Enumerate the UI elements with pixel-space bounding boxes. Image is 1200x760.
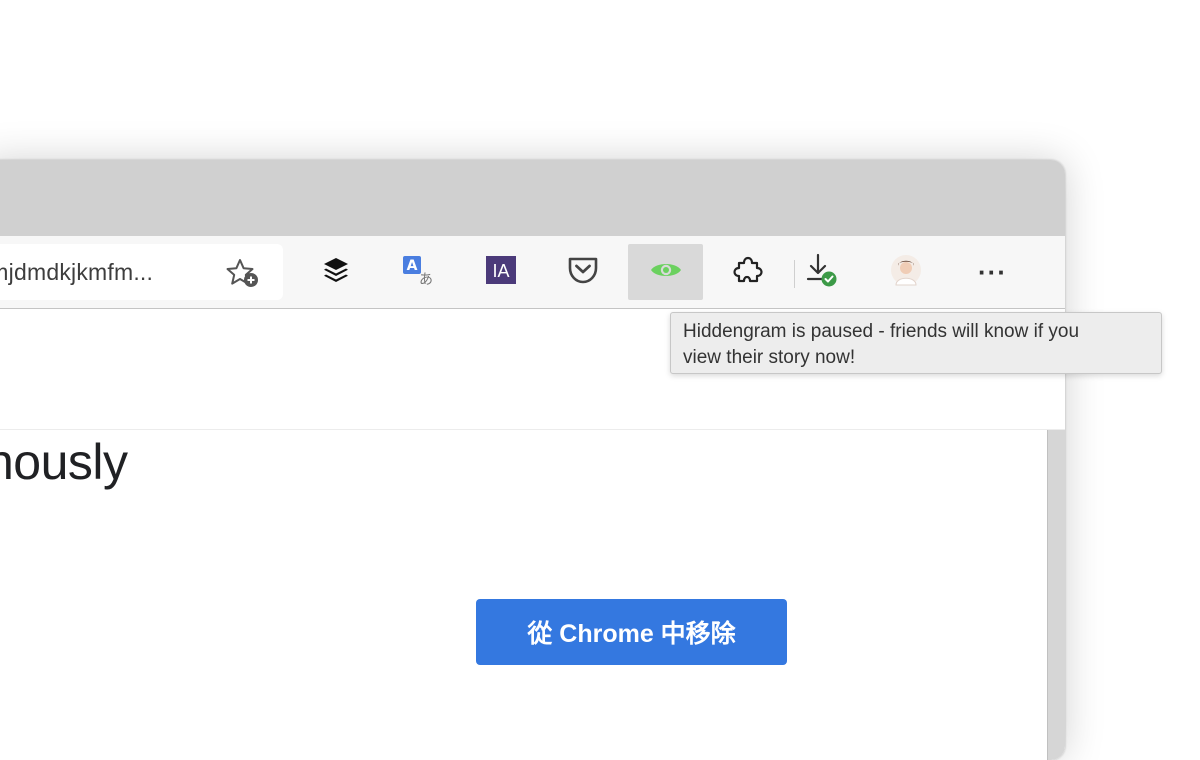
vertical-scrollbar[interactable] <box>1047 430 1065 760</box>
address-bar[interactable]: lmjdmdkjkmfm... <box>0 244 283 300</box>
profile-button[interactable] <box>868 244 943 300</box>
tooltip-line-2: view their story now! <box>683 347 856 368</box>
internet-archive-icon: IA <box>485 255 517 290</box>
remove-from-chrome-button[interactable]: 從 Chrome 中移除 <box>476 599 787 665</box>
internet-archive-label: IA <box>492 261 509 281</box>
translate-extension-button[interactable]: A あ <box>380 244 455 300</box>
stack-layers-icon <box>322 256 350 289</box>
translate-glyph-a: A <box>406 258 417 274</box>
address-url[interactable]: lmjdmdkjkmfm... <box>0 259 153 286</box>
page-content <box>0 430 1065 760</box>
profile-avatar-icon <box>890 254 922 291</box>
tooltip-line-1: Hiddengram is paused - friends will know… <box>683 321 1080 342</box>
page-heading-fragment: nously <box>0 434 128 490</box>
translate-glyph-b: あ <box>419 272 433 286</box>
translate-icon: A あ <box>401 254 435 291</box>
buffer-extension-button[interactable] <box>298 244 373 300</box>
pocket-extension-button[interactable] <box>545 244 620 300</box>
browser-window: lmjdmdkjkmfm... A あ IA ··· <box>0 160 1065 760</box>
more-menu-button[interactable]: ··· <box>955 244 1030 300</box>
download-complete-icon <box>803 252 839 293</box>
puzzle-piece-icon <box>732 255 763 290</box>
pocket-icon <box>567 255 599 290</box>
extensions-button[interactable] <box>710 244 785 300</box>
downloads-button[interactable] <box>783 244 858 300</box>
hiddengram-tooltip: Hiddengram is paused - friends will know… <box>670 312 1162 374</box>
more-horizontal-icon: ··· <box>978 256 1007 287</box>
toolbar: lmjdmdkjkmfm... A あ IA ··· <box>0 236 1065 309</box>
eye-icon <box>649 259 683 286</box>
hiddengram-extension-button[interactable] <box>628 244 703 300</box>
title-bar <box>0 160 1065 236</box>
star-plus-icon[interactable] <box>226 258 260 293</box>
internet-archive-extension-button[interactable]: IA <box>463 244 538 300</box>
